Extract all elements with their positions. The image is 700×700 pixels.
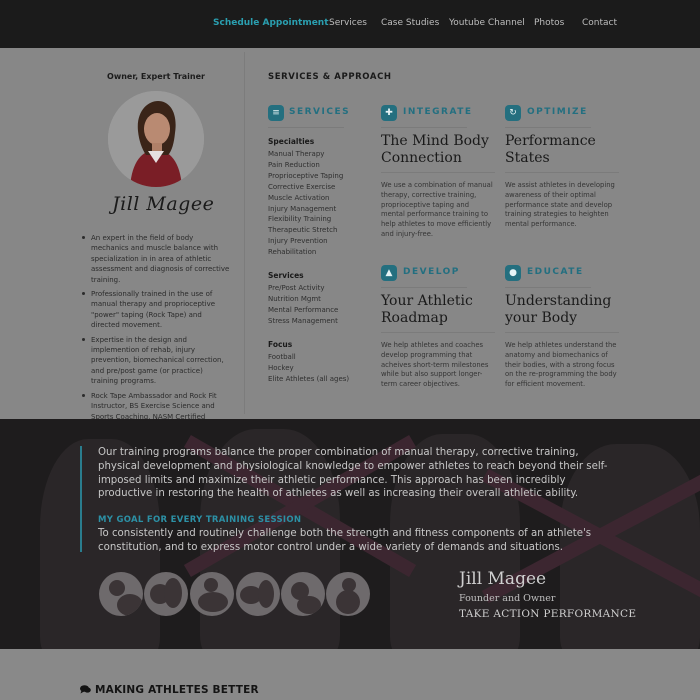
card-rule (505, 332, 619, 333)
bottom-section: MAKING ATHLETES BETTER (0, 649, 700, 700)
founder-name: Jill Magee (459, 569, 547, 589)
bio-item: Expertise in the design and implemention… (80, 335, 232, 387)
list-item: Muscle Activation (268, 193, 330, 202)
group-heading: Services (268, 271, 304, 280)
integrate-text: We use a combination of manual therapy, … (381, 181, 493, 238)
card-rule (381, 287, 467, 288)
owner-role: Owner, Expert Trainer (107, 72, 205, 81)
nav-services[interactable]: Services (329, 18, 367, 28)
integrate-label: INTEGRATE (403, 107, 473, 117)
list-item: Football (268, 353, 296, 361)
founder-company: TAKE ACTION PERFORMANCE (459, 608, 637, 620)
nav-case-studies[interactable]: Case Studies (381, 18, 439, 28)
gallery-thumbnail[interactable] (99, 572, 143, 616)
column-divider (244, 52, 245, 414)
section-title: SERVICES & APPROACH (268, 72, 392, 82)
list-item: Pre/Post Activity (268, 284, 325, 292)
philosophy-paragraph: Our training programs balance the proper… (98, 447, 608, 500)
gallery-thumbnail[interactable] (144, 572, 188, 616)
quote-rule (80, 446, 82, 552)
card-rule (381, 127, 467, 128)
nav-schedule-appointment[interactable]: Schedule Appointment (213, 18, 329, 28)
bio-item: An expert in the field of body mechanics… (80, 233, 232, 285)
road-icon: ▲ (381, 265, 397, 281)
goal-text: To consistently and routinely challenge … (98, 528, 592, 553)
avatar (108, 91, 204, 187)
specialties-group: Specialties Manual Therapy Pain Reductio… (268, 137, 378, 258)
bottom-title: MAKING ATHLETES BETTER (95, 684, 259, 696)
list-item: Proprioceptive Taping (268, 171, 344, 180)
card-rule (381, 332, 495, 333)
card-rule (505, 172, 619, 173)
optimize-title: Performance States (505, 133, 596, 166)
develop-title: Your Athletic Roadmap (381, 293, 473, 326)
list-item: Injury Prevention (268, 237, 328, 246)
gallery-thumbnail[interactable] (190, 572, 234, 616)
list-item: Flexibility Training (268, 215, 332, 224)
gallery-thumbnail[interactable] (236, 572, 280, 616)
list-item: Mental Performance (268, 305, 339, 314)
goal-title: MY GOAL FOR EVERY TRAINING SESSION (98, 515, 302, 525)
nav-youtube-channel[interactable]: Youtube Channel (449, 18, 525, 28)
develop-label: DEVELOP (403, 267, 460, 277)
philosophy-band: Our training programs balance the proper… (0, 419, 700, 649)
portrait-image (108, 91, 204, 187)
list-item: Hockey (268, 363, 294, 372)
integrate-title: The Mind Body Connection (381, 133, 489, 166)
optimize-label: OPTIMIZE (527, 107, 588, 117)
develop-text: We help athletes and coaches develop pro… (381, 341, 489, 389)
card-rule (505, 127, 591, 128)
gallery-thumbnail[interactable] (326, 572, 370, 616)
list-item: Rehabilitation (268, 248, 317, 257)
list-item: Injury Management (268, 204, 337, 213)
services-group: Services Pre/Post Activity Nutrition Mgm… (268, 271, 378, 327)
nav-contact[interactable]: Contact (582, 18, 617, 28)
comments-icon (80, 685, 91, 694)
list-item: Nutrition Mgmt (268, 294, 321, 303)
puzzle-icon: ✚ (381, 105, 397, 121)
refresh-icon: ↻ (505, 105, 521, 121)
group-heading: Specialties (268, 137, 315, 146)
educate-label: EDUCATE (527, 267, 584, 277)
card-rule (381, 172, 495, 173)
educate-text: We help athletes understand the anatomy … (505, 341, 617, 389)
list-item: Stress Management (268, 316, 338, 325)
signature: Jill Magee (112, 193, 215, 215)
gallery-thumbnail[interactable] (281, 572, 325, 616)
list-item: Therapeutic Stretch (268, 226, 338, 235)
educate-title: Understanding your Body (505, 293, 612, 326)
list-item: Corrective Exercise (268, 182, 336, 191)
bio-item: Professionally trained in the use of man… (80, 289, 232, 331)
nav-photos[interactable]: Photos (534, 18, 564, 28)
services-rule (268, 127, 344, 128)
list-item: Elite Athletes (all ages) (268, 374, 350, 383)
list-item: Pain Reduction (268, 160, 320, 169)
top-navigation: Schedule Appointment Services Case Studi… (0, 0, 700, 48)
bio-list: An expert in the field of body mechanics… (80, 233, 232, 447)
founder-role: Founder and Owner (459, 593, 556, 604)
focus-group: Focus Football Hockey Elite Athletes (al… (268, 340, 378, 385)
services-label: SERVICES (289, 107, 351, 117)
optimize-text: We assist athletes in developing awarene… (505, 181, 615, 229)
group-heading: Focus (268, 340, 293, 349)
comments-icon: ● (505, 265, 521, 281)
list-icon: ≡ (268, 105, 284, 121)
bottom-heading: MAKING ATHLETES BETTER (80, 684, 259, 696)
card-rule (505, 287, 591, 288)
list-item: Manual Therapy (268, 150, 325, 158)
